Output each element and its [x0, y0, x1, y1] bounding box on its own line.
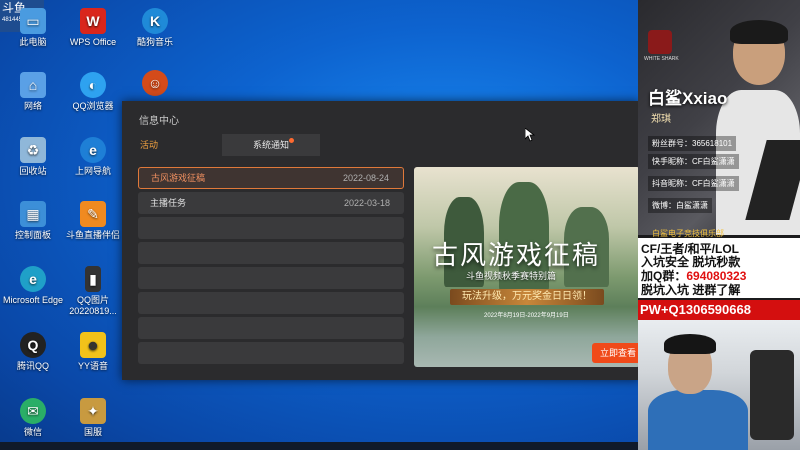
list-item-empty — [138, 242, 404, 264]
kugou-icon: K — [142, 8, 168, 34]
desktop-icon-label: 微信 — [23, 427, 42, 437]
wechat-icon: ✉ — [20, 398, 46, 424]
desktop-icon-label: QQ图片 20220819... — [69, 295, 117, 316]
desktop-icon-label: Microsoft Edge — [2, 295, 64, 305]
message-list: 古风游戏征稿 2022-08-24 主播任务 2022-03-18 — [138, 167, 404, 367]
desktop-icon-label: 回收站 — [19, 166, 47, 176]
edge-icon: e — [20, 266, 46, 292]
banner-subtitle: 斗鱼视频秋季赛特别篇 — [466, 271, 557, 281]
desktop-icon-control-panel[interactable]: ▦ 控制面板 — [2, 201, 64, 241]
desktop-icon-label: 网络 — [23, 101, 42, 111]
douyin-nickname: 抖音昵称：CF白鲨潇潇 — [648, 176, 739, 191]
network-icon: ⌂ — [20, 72, 46, 98]
promo-box: CF/王者/和平/LOL 入坑安全 脱坑秒款 加Q群：694080323 脱坑入… — [638, 238, 800, 298]
tab-label: 系统通知 — [252, 140, 289, 150]
item-title: 主播任务 — [150, 198, 187, 208]
desktop-icon-ie[interactable]: e 上网导航 — [62, 137, 124, 177]
promo-line-join: 脱坑入坑 进群了解 — [641, 283, 741, 297]
banner-dates: 2022年8月19日-2022年9月19日 — [484, 313, 569, 319]
mouse-cursor-icon — [525, 128, 535, 142]
desktop-icon-network[interactable]: ⌂ 网络 — [2, 72, 64, 112]
list-item-empty — [138, 267, 404, 289]
desktop-icon-qq-browser[interactable]: ◐ QQ浏览器 — [62, 72, 124, 112]
desktop-icon-cf[interactable]: ✦ 国服 — [62, 398, 124, 438]
desktop: 斗鱼 481445 ▭ 此电脑 ⌂ 网络 ♻ 回收站 ▦ 控制面板 e Micr… — [0, 0, 640, 450]
list-item-empty — [138, 292, 404, 314]
image-file-icon: ▮ — [85, 266, 101, 292]
streamer-real-name: 郑琪 — [651, 114, 671, 125]
desktop-icon-wechat[interactable]: ✉ 微信 — [2, 398, 64, 438]
banner-title: 古风游戏征稿 — [432, 241, 601, 271]
event-banner[interactable]: 古风游戏征稿 斗鱼视频秋季赛特别篇 玩法升级，万元奖金日日领！ 2022年8月1… — [414, 167, 640, 367]
view-now-button[interactable]: 立即查看 — [592, 343, 640, 363]
message-center-window: 信息中心 活动 系统通知 古风游戏征稿 2022-08-24 主播任务 2022… — [122, 101, 640, 380]
desktop-icon-douyu-companion[interactable]: ✎ 斗鱼直播伴侣 — [62, 201, 124, 241]
kuaishou-nickname: 快手昵称：CF白鲨潇潇 — [648, 154, 739, 169]
app-icon: ☺ — [142, 70, 168, 96]
logo-text: WHITE SHARK — [644, 56, 679, 62]
desktop-icon-label: 腾讯QQ — [16, 361, 49, 371]
streamer-name: 白鲨Xxiao — [648, 89, 728, 108]
cf-game-icon: ✦ — [80, 398, 106, 424]
list-item-empty — [138, 342, 404, 364]
qq-icon: Q — [20, 332, 46, 358]
desktop-icon-label: 上网导航 — [74, 166, 111, 176]
yy-icon: ☻ — [80, 332, 106, 358]
tab-activity[interactable]: 活动 — [140, 134, 220, 156]
desktop-icon-label: 此电脑 — [19, 37, 47, 47]
qq-browser-icon: ◐ — [80, 72, 106, 98]
desktop-icon-label: 控制面板 — [14, 230, 51, 240]
desktop-icon-recycle-bin[interactable]: ♻ 回收站 — [2, 137, 64, 177]
recycle-bin-icon: ♻ — [20, 137, 46, 163]
desktop-icon-label: 国服 — [83, 427, 102, 437]
desktop-icon-kugou[interactable]: K 酷狗音乐 — [124, 8, 186, 48]
taskbar — [0, 442, 640, 450]
white-shark-logo-icon — [648, 30, 672, 54]
douyu-companion-icon: ✎ — [80, 201, 106, 227]
wps-icon: W — [80, 8, 106, 34]
list-item-empty — [138, 317, 404, 339]
computer-icon: ▭ — [20, 8, 46, 34]
tab-system-notice[interactable]: 系统通知 — [222, 134, 320, 156]
desktop-icon-label: 斗鱼直播伴侣 — [65, 230, 120, 240]
desktop-icon-edge[interactable]: e Microsoft Edge — [2, 266, 64, 306]
desktop-icon-partial[interactable]: ☺ — [124, 70, 186, 99]
list-item[interactable]: 古风游戏征稿 2022-08-24 — [138, 167, 404, 189]
desktop-icon-qq[interactable]: Q 腾讯QQ — [2, 332, 64, 372]
webcam-feed — [638, 320, 800, 450]
weibo-nickname: 微博：白鲨潇潇 — [648, 198, 712, 213]
desktop-icon-qq-image[interactable]: ▮ QQ图片 20220819... — [62, 266, 124, 317]
notification-dot — [289, 138, 294, 143]
desktop-icon-label: WPS Office — [69, 37, 117, 47]
pw-contact: PW+Q1306590668 — [638, 300, 800, 320]
stream-overlay: WHITE SHARK 白鲨Xxiao 郑琪 粉丝群号：365618101 快手… — [638, 0, 800, 450]
desktop-icon-computer[interactable]: ▭ 此电脑 — [2, 8, 64, 48]
item-title: 古风游戏征稿 — [151, 173, 206, 183]
message-center-title: 信息中心 — [139, 116, 179, 127]
fan-group: 粉丝群号：365618101 — [648, 136, 737, 151]
desktop-icon-wps[interactable]: W WPS Office — [62, 8, 124, 48]
desktop-icon-yy[interactable]: ☻ YY语音 — [62, 332, 124, 372]
desktop-icon-label: 酷狗音乐 — [136, 37, 173, 47]
list-item[interactable]: 主播任务 2022-03-18 — [138, 192, 404, 214]
list-item-empty — [138, 217, 404, 239]
ie-icon: e — [80, 137, 106, 163]
control-panel-icon: ▦ — [20, 201, 46, 227]
desktop-icon-label: YY语音 — [77, 361, 108, 371]
item-date: 2022-08-24 — [342, 173, 389, 183]
desktop-icon-label: QQ浏览器 — [72, 101, 114, 111]
streamer-portrait: WHITE SHARK 白鲨Xxiao 郑琪 粉丝群号：365618101 快手… — [638, 0, 800, 238]
item-date: 2022-03-18 — [343, 198, 390, 208]
banner-ribbon: 玩法升级，万元奖金日日领！ — [450, 289, 604, 305]
